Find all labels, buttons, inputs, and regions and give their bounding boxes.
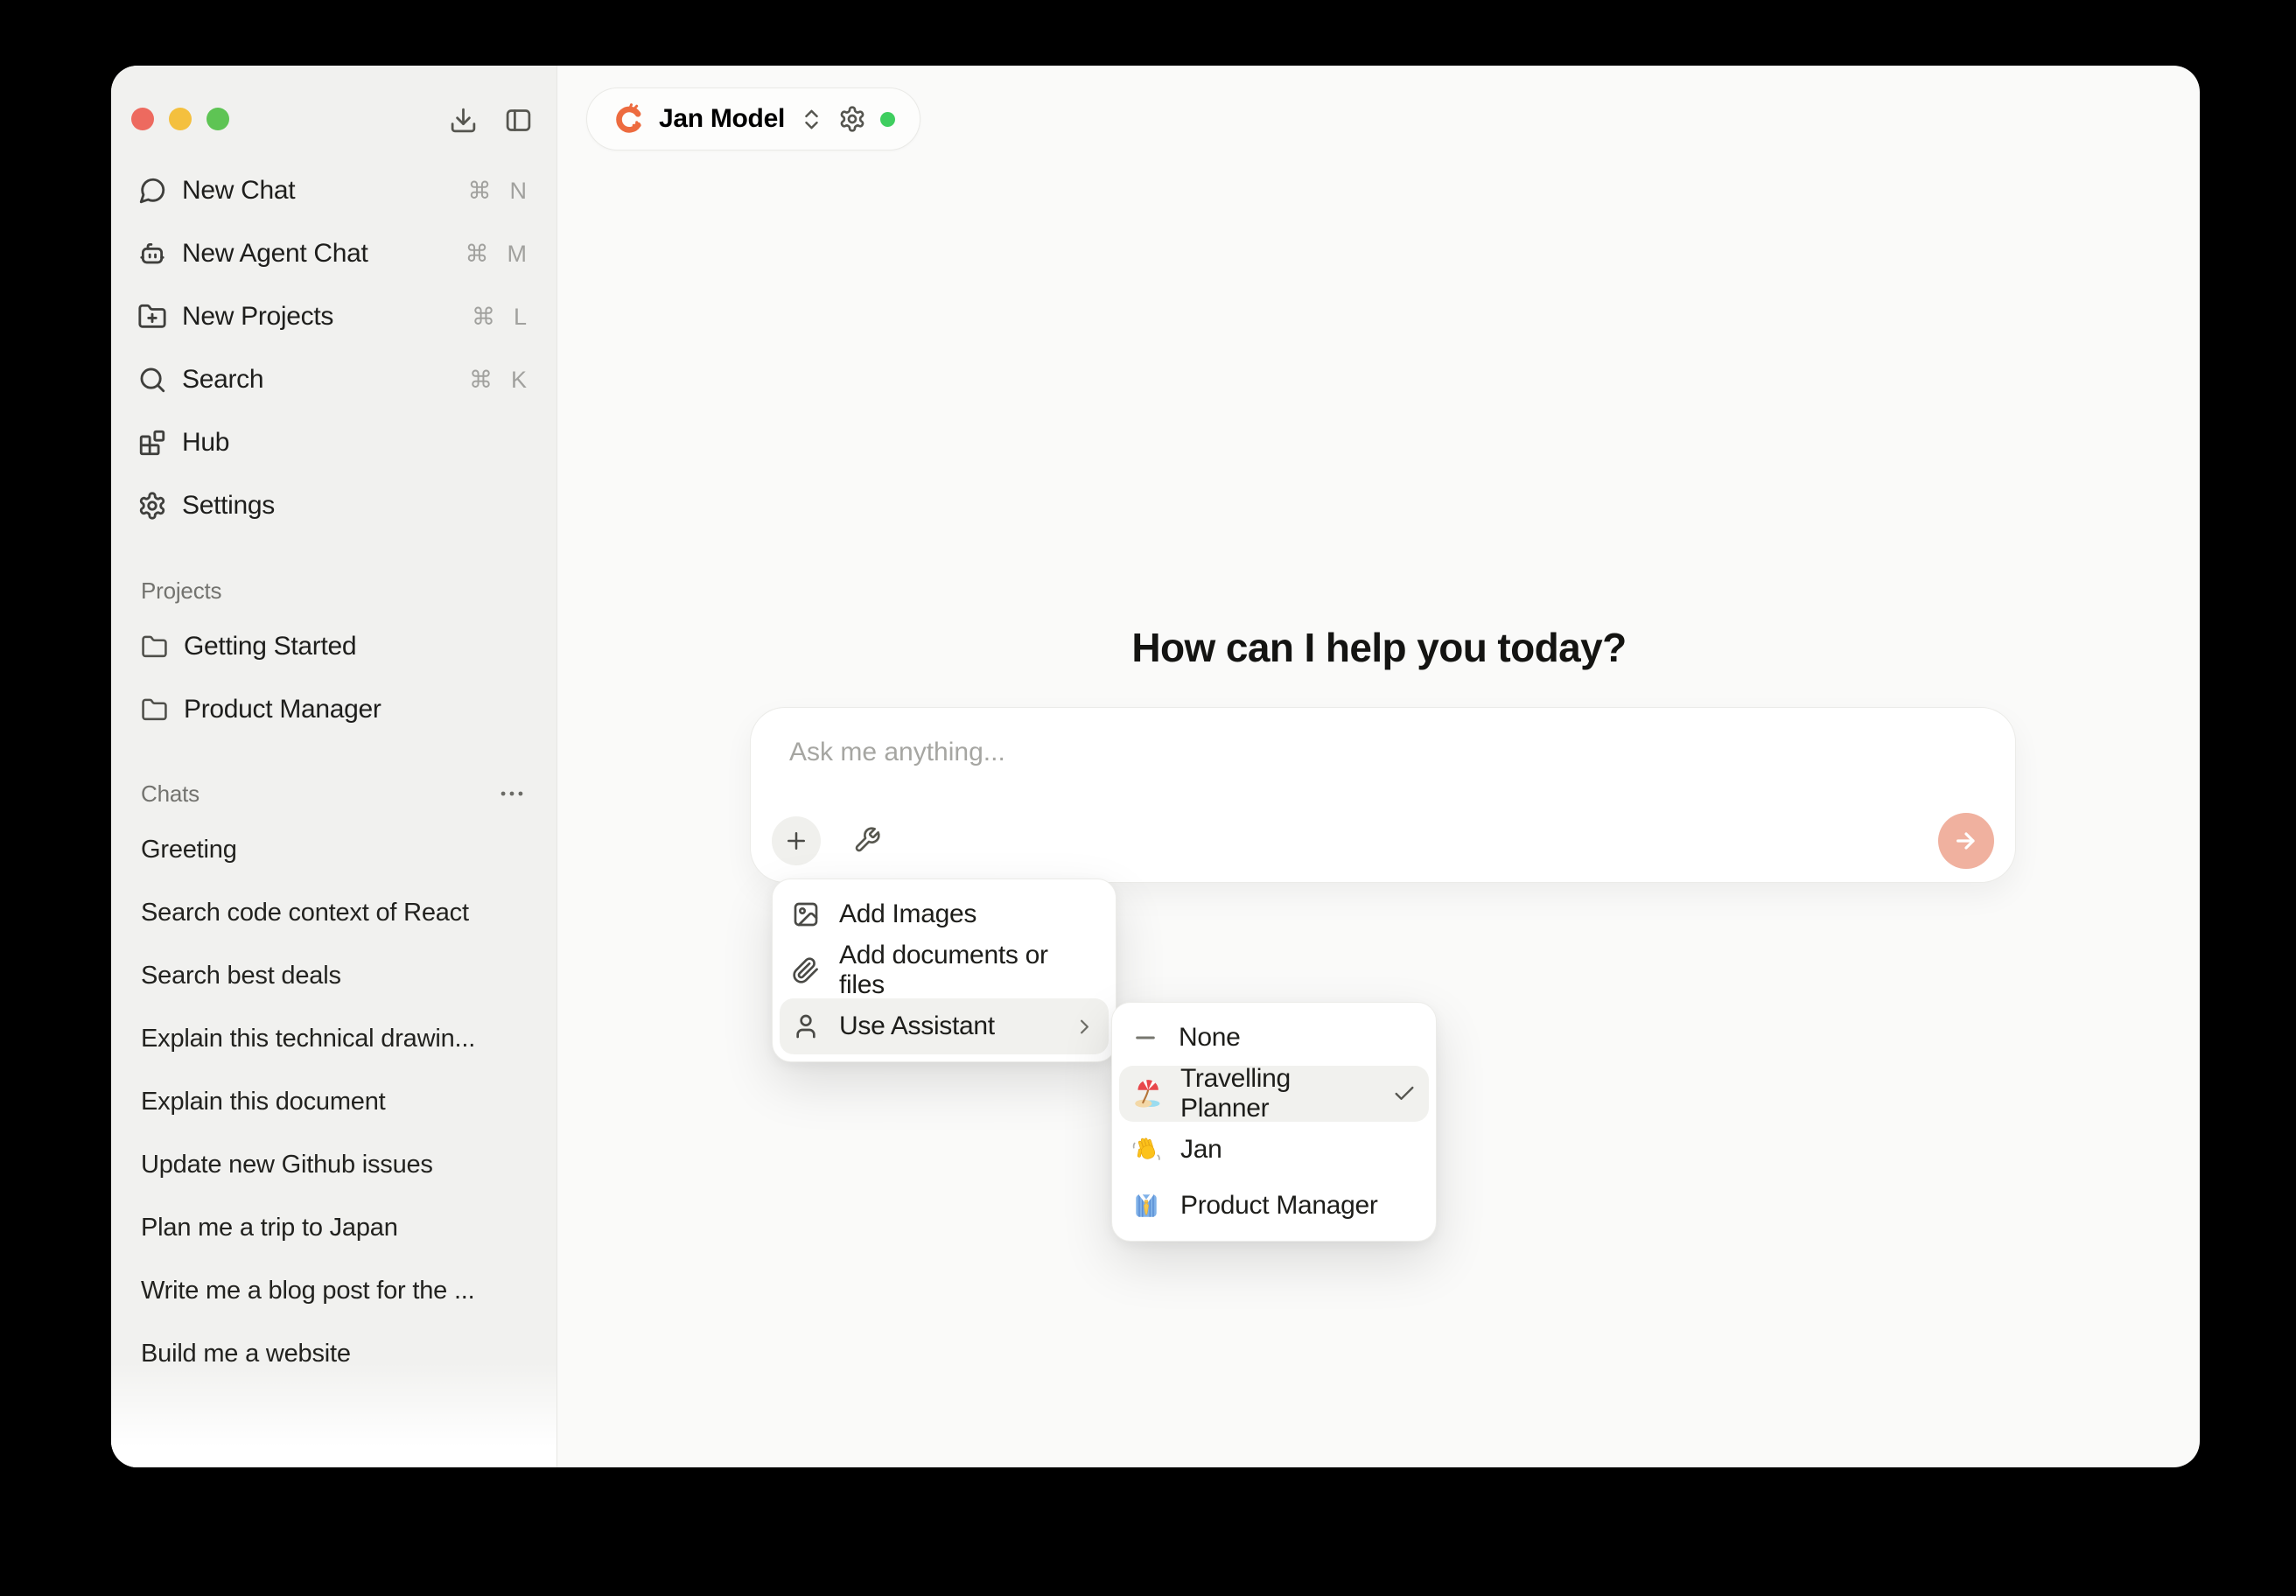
project-item-product-manager[interactable]: Product Manager bbox=[111, 678, 556, 741]
search-icon bbox=[137, 365, 167, 395]
sidebar: New Chat ⌘N New Agent Chat ⌘M New Projec… bbox=[111, 66, 557, 1467]
chat-list-item[interactable]: Explain this document bbox=[111, 1070, 556, 1133]
model-selector[interactable]: Jan Model bbox=[586, 88, 920, 150]
chat-bubble-icon bbox=[137, 176, 167, 206]
model-status-dot bbox=[880, 112, 895, 127]
folder-icon bbox=[141, 634, 168, 661]
sidebar-item-label: Search bbox=[182, 365, 263, 395]
folder-plus-icon bbox=[137, 302, 167, 332]
chat-list-item[interactable]: Search best deals bbox=[111, 944, 556, 1007]
menu-item-label: None bbox=[1179, 1023, 1241, 1053]
folder-icon bbox=[141, 696, 168, 724]
project-item-label: Getting Started bbox=[184, 632, 356, 662]
chat-list-item[interactable]: Update new Github issues bbox=[111, 1133, 556, 1196]
shortcut-hint: ⌘K bbox=[469, 367, 527, 394]
close-button[interactable] bbox=[131, 108, 154, 130]
assistant-item-none[interactable]: None bbox=[1119, 1010, 1429, 1066]
shortcut-hint: ⌘N bbox=[468, 178, 528, 205]
check-icon bbox=[1392, 1082, 1417, 1106]
chevron-right-icon bbox=[1073, 1015, 1096, 1039]
sidebar-item-label: New Agent Chat bbox=[182, 239, 368, 269]
chat-list-item[interactable]: Greeting bbox=[111, 818, 556, 881]
message-input[interactable] bbox=[789, 738, 1910, 794]
page-title: How can I help you today? bbox=[558, 624, 2200, 671]
window-controls bbox=[131, 108, 229, 130]
menu-item-add-images[interactable]: Add Images bbox=[780, 886, 1109, 942]
shortcut-hint: ⌘M bbox=[466, 241, 528, 268]
chevrons-up-down-icon[interactable] bbox=[799, 107, 824, 132]
hub-blocks-icon bbox=[137, 428, 167, 458]
sidebar-item-label: New Projects bbox=[182, 302, 333, 332]
chat-list-item[interactable]: Search code context of React bbox=[111, 881, 556, 944]
necktie-shirt-icon bbox=[1131, 1191, 1161, 1221]
projects-section: Projects Getting Started Product Manager bbox=[111, 578, 556, 741]
assistant-item-jan[interactable]: Jan bbox=[1119, 1122, 1429, 1178]
sidebar-item-label: Hub bbox=[182, 428, 229, 458]
assistant-item-travelling-planner[interactable]: Travelling Planner bbox=[1119, 1066, 1429, 1122]
dash-icon bbox=[1131, 1024, 1159, 1052]
sidebar-item-label: New Chat bbox=[182, 176, 295, 206]
sidebar-item-label: Settings bbox=[182, 491, 275, 521]
sidebar-item-new-agent-chat[interactable]: New Agent Chat ⌘M bbox=[111, 222, 556, 285]
sidebar-item-search[interactable]: Search ⌘K bbox=[111, 348, 556, 411]
menu-item-label: Add documents or files bbox=[839, 941, 1096, 1000]
chat-list-item[interactable]: Build me a website bbox=[111, 1322, 556, 1385]
zoom-button[interactable] bbox=[206, 108, 229, 130]
project-item-label: Product Manager bbox=[184, 695, 382, 724]
robot-icon bbox=[137, 239, 167, 269]
tools-wrench-icon[interactable] bbox=[853, 826, 881, 854]
download-icon[interactable] bbox=[449, 106, 478, 135]
sidebar-item-settings[interactable]: Settings bbox=[111, 474, 556, 537]
toggle-sidebar-icon[interactable] bbox=[504, 106, 533, 135]
minimize-button[interactable] bbox=[169, 108, 192, 130]
user-icon bbox=[792, 1012, 820, 1040]
sidebar-item-new-chat[interactable]: New Chat ⌘N bbox=[111, 159, 556, 222]
project-item-getting-started[interactable]: Getting Started bbox=[111, 615, 556, 678]
beach-umbrella-icon bbox=[1131, 1079, 1161, 1109]
gear-icon bbox=[137, 491, 167, 521]
jan-logo-icon bbox=[612, 102, 645, 136]
chat-list-item[interactable]: Write me a blog post for the ... bbox=[111, 1259, 556, 1322]
menu-item-label: Product Manager bbox=[1180, 1191, 1378, 1221]
assistant-item-product-manager[interactable]: Product Manager bbox=[1119, 1178, 1429, 1234]
composer-card bbox=[750, 707, 2016, 883]
send-button[interactable] bbox=[1938, 813, 1994, 869]
menu-item-add-documents[interactable]: Add documents or files bbox=[780, 942, 1109, 998]
model-name: Jan Model bbox=[659, 104, 785, 134]
sidebar-item-new-projects[interactable]: New Projects ⌘L bbox=[111, 285, 556, 348]
projects-header: Projects bbox=[111, 578, 556, 603]
menu-item-label: Jan bbox=[1180, 1135, 1222, 1165]
shortcut-hint: ⌘L bbox=[472, 304, 527, 331]
waving-hand-icon bbox=[1131, 1135, 1161, 1165]
menu-item-label: Add Images bbox=[839, 900, 976, 929]
model-settings-gear-icon[interactable] bbox=[838, 105, 866, 133]
chats-more-icon[interactable] bbox=[497, 779, 527, 808]
chats-section: Chats Greeting Search code context of Re… bbox=[111, 781, 556, 1385]
menu-item-use-assistant[interactable]: Use Assistant bbox=[780, 998, 1109, 1054]
chat-list-item[interactable]: Plan me a trip to Japan bbox=[111, 1196, 556, 1259]
chats-header: Chats bbox=[141, 780, 200, 808]
sidebar-nav: New Chat ⌘N New Agent Chat ⌘M New Projec… bbox=[111, 159, 556, 537]
image-icon bbox=[792, 900, 820, 928]
chat-list-item[interactable]: Explain this technical drawin... bbox=[111, 1007, 556, 1070]
attach-menu: Add Images Add documents or files Use As… bbox=[772, 878, 1116, 1062]
sidebar-item-hub[interactable]: Hub bbox=[111, 411, 556, 474]
menu-item-label: Use Assistant bbox=[839, 1012, 995, 1041]
attach-plus-button[interactable] bbox=[772, 816, 821, 865]
paperclip-icon bbox=[792, 956, 820, 984]
assistant-submenu: None Travelling Planner bbox=[1111, 1002, 1437, 1242]
app-window: New Chat ⌘N New Agent Chat ⌘M New Projec… bbox=[111, 66, 2200, 1467]
menu-item-label: Travelling Planner bbox=[1180, 1064, 1373, 1124]
